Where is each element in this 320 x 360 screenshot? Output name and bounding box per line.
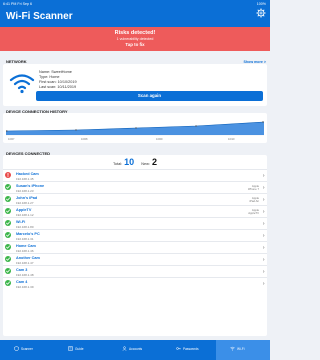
chevron-right-icon: › [262, 269, 265, 275]
device-name: Cam 4 [16, 279, 28, 284]
device-row[interactable]: Cam 4 192.168.1.39 › [3, 277, 267, 289]
check-icon [5, 244, 11, 250]
tab-accounts[interactable]: Accounts [108, 340, 162, 360]
check-icon [5, 196, 11, 202]
history-x-label: 10/09 [156, 137, 163, 141]
wifi-icon [9, 74, 35, 94]
new-count: 2 [151, 157, 157, 167]
tab-guide[interactable]: Guide [54, 340, 108, 360]
total-label: Total: [113, 162, 123, 166]
chevron-right-icon: › [262, 197, 265, 203]
check-icon [5, 268, 11, 274]
accounts-icon [122, 346, 127, 351]
chevron-right-icon: › [262, 221, 265, 227]
check-icon [5, 184, 11, 190]
gear-icon[interactable] [256, 8, 266, 18]
risk-alert-banner[interactable]: Risks detected! 1 vulnerability detected… [0, 27, 270, 51]
network-info: Name: SweetHome Type: Home First scan: 1… [39, 70, 77, 90]
page-title: Wi-Fi Scanner [6, 11, 73, 22]
history-x-label: 10/07 [8, 137, 15, 141]
app-header: Wi-Fi Scanner [0, 7, 270, 27]
check-icon [5, 232, 11, 238]
tab-label: Accounts [129, 346, 143, 351]
device-row[interactable]: Marcelo's PC 192.168.1.31 › [3, 229, 267, 241]
alert-icon [5, 172, 11, 178]
device-row[interactable]: Home Cam 192.168.1.46 › [3, 241, 267, 253]
battery-indicator: 100% [256, 1, 266, 6]
tab-bar: Scanner Guide Accounts Passwords Wi-Fi [0, 340, 270, 360]
check-icon [5, 208, 11, 214]
device-name: Marcelo's PC [16, 231, 40, 236]
tab-label: Passwords [183, 346, 199, 351]
device-row[interactable]: John's iPad 192.168.1.27 Apple iPad Air › [3, 193, 267, 205]
history-x-label: 10/10 [228, 137, 235, 141]
device-list: Hacked Cam 192.168.1.45 › Susan's iPhone 192… [3, 169, 267, 289]
new-label: New: [141, 162, 150, 166]
chevron-right-icon: › [262, 281, 265, 287]
check-icon [5, 280, 11, 286]
chevron-right-icon: › [262, 185, 265, 191]
device-ip: 192.168.1.39 [16, 285, 34, 289]
shield-icon [14, 346, 19, 351]
check-icon [5, 220, 11, 226]
device-row[interactable]: Cam 3 192.168.1.48 › [3, 265, 267, 277]
connection-history-chart: 10/07 10/08 10/09 10/10 [6, 121, 264, 141]
tab-label: Scanner [21, 346, 33, 351]
chevron-right-icon: › [262, 245, 265, 251]
device-name: Susan's iPhone [16, 183, 45, 188]
network-last-scan: Last scan: 10/11/2019 [39, 85, 77, 89]
tab-scanner[interactable]: Scanner [0, 340, 54, 360]
scan-again-button[interactable]: Scan again [36, 91, 263, 101]
status-time: 6:41 PM Fri Sep 6 [3, 1, 32, 6]
device-meta: Apple iPhone 7 [247, 184, 259, 192]
chevron-right-icon: › [262, 173, 265, 179]
device-name: Cam 3 [16, 267, 28, 272]
device-name: Wi-Fi [16, 219, 26, 224]
device-name: Another Cam [16, 255, 40, 260]
tab-label: Wi-Fi [237, 346, 245, 351]
alert-action[interactable]: Tap to fix [0, 42, 270, 47]
chevron-right-icon: › [262, 209, 265, 215]
check-icon [5, 256, 11, 262]
tab-wi-fi[interactable]: Wi-Fi [216, 340, 270, 360]
chevron-right-icon: › [262, 257, 265, 263]
device-name: Home Cam [16, 243, 36, 248]
device-meta: Apple iPad Air [249, 196, 259, 204]
devices-card: Total: 10 New: 2 Hacked Cam 192.168.1.45 ›… [3, 155, 267, 336]
wifi-icon [230, 346, 235, 351]
device-row[interactable]: Hacked Cam 192.168.1.45 › [3, 169, 267, 181]
chevron-right-icon: › [262, 233, 265, 239]
device-row[interactable]: Wi-Fi 192.168.1.80 › [3, 217, 267, 229]
device-name: AppleTV [16, 207, 32, 212]
guide-icon [68, 346, 73, 351]
history-x-label: 10/08 [81, 137, 88, 141]
device-row[interactable]: AppleTV 192.168.1.12 Apple AppleTV › [3, 205, 267, 217]
total-count: 10 [124, 157, 135, 167]
tab-passwords[interactable]: Passwords [162, 340, 216, 360]
device-meta: Apple AppleTV [248, 208, 259, 216]
device-model: iPad Air [249, 198, 259, 203]
device-name: John's iPad [16, 195, 38, 200]
device-model: iPhone 7 [247, 186, 259, 191]
tab-label: Guide [75, 346, 84, 351]
network-card: Name: SweetHome Type: Home First scan: 1… [3, 64, 267, 106]
device-row[interactable]: Another Cam 192.168.1.47 › [3, 253, 267, 265]
status-bar: 6:41 PM Fri Sep 6 100% [0, 0, 270, 7]
device-model: AppleTV [248, 210, 259, 215]
device-row[interactable]: Susan's iPhone 192.168.1.23 Apple iPhone 7 › [3, 181, 267, 193]
device-totals: Total: 10 New: 2 [3, 157, 267, 169]
alert-title: Risks detected! [114, 30, 156, 36]
connection-history-card: 10/07 10/08 10/09 10/10 [3, 113, 267, 143]
alert-subtitle: 1 vulnerability detected [116, 36, 154, 41]
key-icon [176, 347, 181, 350]
device-name: Hacked Cam [16, 171, 39, 176]
